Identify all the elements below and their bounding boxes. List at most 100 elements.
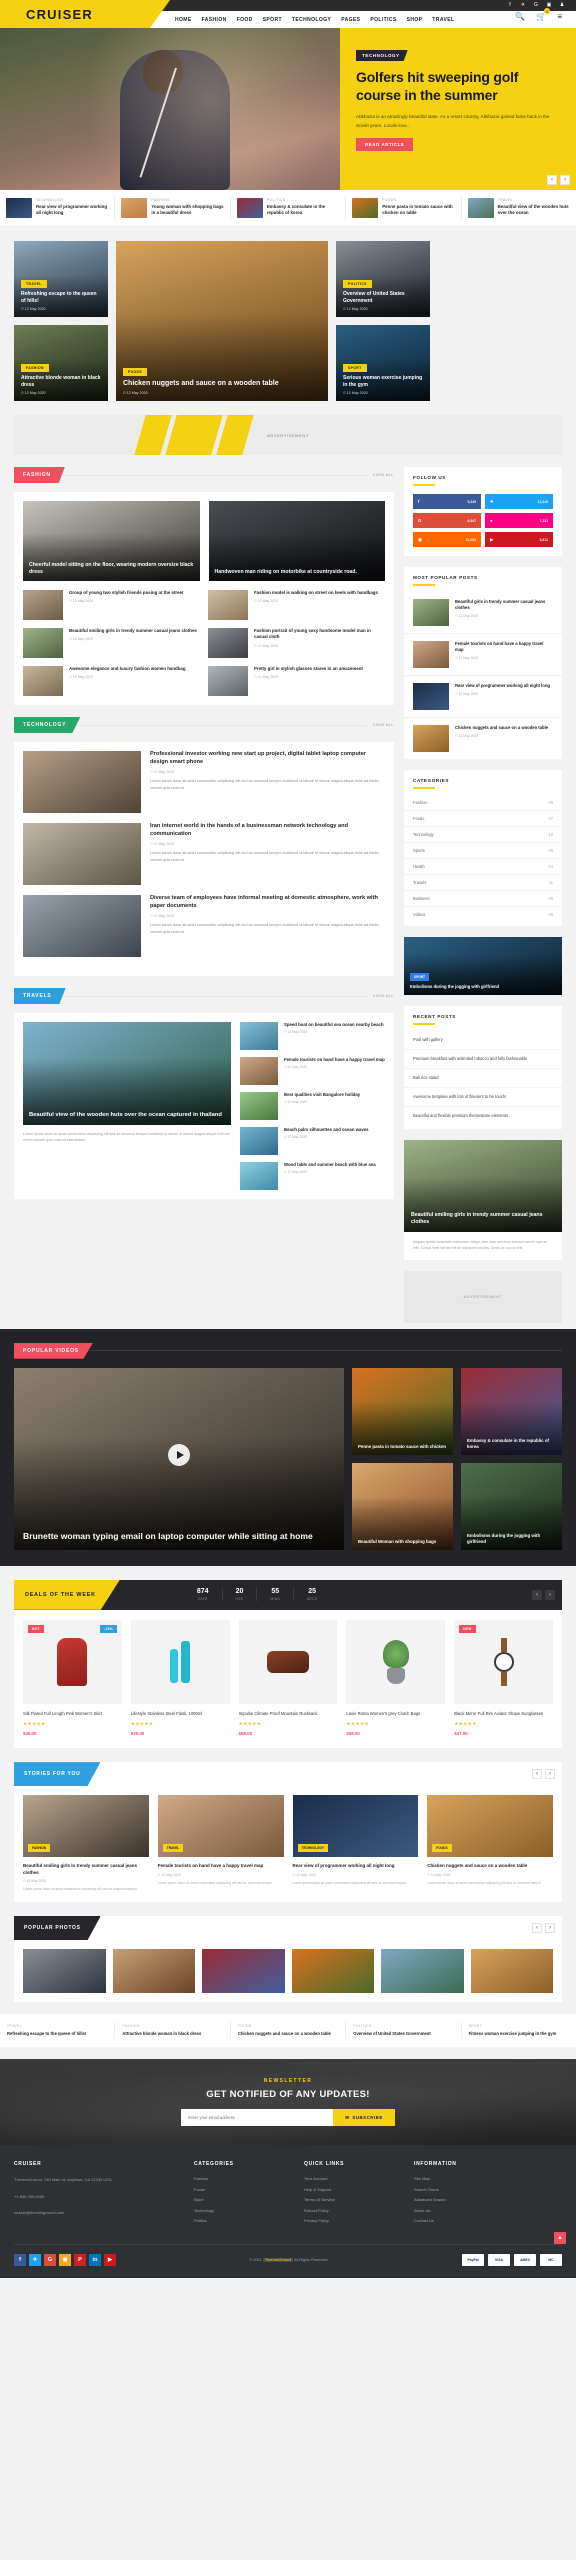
category-row[interactable]: Travels 11	[404, 875, 562, 891]
footer-link[interactable]: Your Account	[304, 2176, 414, 2181]
popular-post-item[interactable]: Chicken nuggets and sauce on a wooden ta…	[404, 718, 562, 759]
social-counter-youtube[interactable]: ▶ 3,612	[485, 532, 553, 547]
bottom-strip-item[interactable]: SPORT Fitness woman exercise jumping in …	[462, 2022, 576, 2039]
travels-list-item[interactable]: Beach palm silhouettes and ocean waves ⏱…	[240, 1127, 385, 1155]
nav-item-home[interactable]: HOME	[175, 17, 192, 23]
travels-list-item[interactable]: Female tourists on hand have a happy tra…	[240, 1057, 385, 1085]
facebook-icon[interactable]: f	[506, 1, 514, 9]
category-row[interactable]: Health 04	[404, 859, 562, 875]
twitter-icon[interactable]: ✈	[29, 2253, 41, 2266]
product-card[interactable]: Lavie Roma Women's grey Clutch Bags ★★★★…	[346, 1619, 446, 1736]
recent-post-item[interactable]: Awesome template with lots of flavours t…	[404, 1088, 562, 1107]
pinterest-icon[interactable]: P	[74, 2253, 86, 2266]
footer-link[interactable]: Contact Us	[414, 2218, 562, 2223]
travels-section-tab[interactable]: TRAVELS	[14, 988, 66, 1004]
search-icon[interactable]: 🔍	[515, 12, 525, 21]
travels-featured-card[interactable]: Beautiful view of the wooden huts over t…	[23, 1022, 231, 1190]
video-card[interactable]: Embolisms during the jogging with girlfr…	[461, 1462, 562, 1550]
footer-link[interactable]: Foods	[194, 2187, 304, 2192]
travels-list-item[interactable]: Best qualities visit Bangalore holiday ⏱…	[240, 1092, 385, 1120]
trending-item[interactable]: TRAVEL Beautiful view of the wooden huts…	[462, 196, 576, 220]
product-card[interactable]: Impulse Climate Proof Mountain Rucksack …	[238, 1619, 338, 1736]
deals-prev-arrow[interactable]: ‹	[532, 1589, 542, 1600]
popular-post-item[interactable]: Rear view of programmer working all nigh…	[404, 676, 562, 718]
photo-thumbnail[interactable]	[202, 1949, 285, 1994]
back-to-top-button[interactable]: ▲	[554, 2231, 566, 2244]
hero-next-arrow[interactable]: ›	[560, 175, 570, 185]
sidebar-advertisement[interactable]: ADVERTISEMENT	[404, 1270, 562, 1323]
trending-item[interactable]: POLITICS Embassy & consulate in the repu…	[231, 196, 347, 220]
advertisement-banner[interactable]: ADVERTISEMENT	[14, 415, 562, 455]
social-counter-flickr[interactable]: ● 7,231	[485, 513, 553, 528]
promo-card[interactable]: SPORT Embolisms during the jogging with …	[404, 937, 562, 995]
story-card[interactable]: TECHNOLOGY Rear view of programmer worki…	[292, 1795, 419, 1893]
fashion-list-item[interactable]: Fashion model is walking on street on he…	[208, 590, 384, 620]
story-card[interactable]: TRAVEL Female tourists on hand have a ha…	[157, 1795, 284, 1893]
twitter-icon[interactable]: ✈	[519, 1, 527, 9]
site-logo[interactable]: CRUISER	[26, 7, 93, 22]
category-row[interactable]: Foods 07	[404, 811, 562, 827]
trending-item[interactable]: FOODS Penne pasta in tomato sauce with c…	[346, 196, 462, 220]
product-card[interactable]: NEW Black Mirror Full Rim Aviator Shape …	[454, 1619, 553, 1736]
youtube-icon[interactable]: ▶	[104, 2253, 116, 2266]
footer-link[interactable]: Fashion	[194, 2176, 304, 2181]
footer-link[interactable]: Site Map	[414, 2176, 562, 2181]
footer-link[interactable]: Terms Of Service	[304, 2197, 414, 2202]
trending-item[interactable]: TECHNOLOGY Rear view of programmer worki…	[0, 196, 116, 220]
bottom-strip-item[interactable]: FOODS Chicken nuggets and sauce on a woo…	[231, 2022, 347, 2040]
nav-item-politics[interactable]: POLITICS	[370, 17, 396, 23]
category-row[interactable]: Sports 05	[404, 843, 562, 859]
google-plus-icon[interactable]: G	[44, 2253, 56, 2266]
footer-link[interactable]: Privacy Policy	[304, 2218, 414, 2223]
footer-link[interactable]: Help & Support	[304, 2187, 414, 2192]
nav-item-fashion[interactable]: FASHION	[202, 17, 227, 23]
fashion-list-item[interactable]: Group of young two stylish friends posin…	[23, 590, 199, 620]
recent-post-item[interactable]: Bali rice salad	[404, 1069, 562, 1088]
popular-post-item[interactable]: Beautiful girls in trendy summer casual …	[404, 592, 562, 634]
technology-article[interactable]: Iran internet world in the hands of a bu…	[23, 823, 385, 885]
cart-icon[interactable]: 🛒 0	[536, 8, 551, 21]
newsletter-subscribe-button[interactable]: ✉ SUBSCRIBE	[333, 2109, 395, 2127]
user-icon[interactable]: ♟	[558, 1, 566, 9]
google-plus-icon[interactable]: G	[532, 1, 540, 9]
category-row[interactable]: Technology 12	[404, 827, 562, 843]
sidebar-featured-widget[interactable]: Beautiful smiling girls in trendy summer…	[404, 1139, 562, 1260]
videos-section-tab[interactable]: POPULAR VIDEOS	[14, 1342, 93, 1359]
recent-post-item[interactable]: Beautiful and flexible premium themeston…	[404, 1107, 562, 1125]
hero-prev-arrow[interactable]: ‹	[547, 175, 557, 185]
facebook-icon[interactable]: f	[14, 2253, 26, 2266]
feature-card[interactable]: TRAVEL Refreshing escape to the queen of…	[14, 241, 108, 317]
social-counter-twitter[interactable]: ✈ 12,345	[485, 494, 553, 509]
nav-item-technology[interactable]: TECHNOLOGY	[292, 17, 331, 23]
technology-article[interactable]: Diverse team of employees have informal …	[23, 895, 385, 957]
photo-thumbnail[interactable]	[381, 1949, 464, 1994]
featured-video-card[interactable]: Brunette woman typing email on laptop co…	[14, 1367, 344, 1550]
category-row[interactable]: Fashion 09	[404, 795, 562, 811]
fashion-list-item[interactable]: Beautiful smiling girls in trendy summer…	[23, 628, 199, 658]
story-card[interactable]: FOODS Chicken nuggets and sauce on a woo…	[427, 1795, 553, 1893]
nav-item-shop[interactable]: SHOP	[407, 17, 423, 23]
play-button-icon[interactable]	[168, 1444, 190, 1467]
footer-link[interactable]: Refund Policy	[304, 2208, 414, 2213]
stories-prev-arrow[interactable]: ‹	[532, 1769, 542, 1780]
footer-link[interactable]: Search Terms	[414, 2187, 562, 2192]
story-card[interactable]: FASHION Beautiful smiling girls in trend…	[23, 1795, 149, 1893]
footer-email[interactable]: cruiser@themesground.com	[14, 2209, 194, 2216]
stories-next-arrow[interactable]: ›	[545, 1769, 555, 1780]
photo-thumbnail[interactable]	[23, 1949, 106, 1994]
photo-thumbnail[interactable]	[112, 1949, 195, 1994]
bottom-strip-item[interactable]: FASHION Attractive blonde woman in black…	[115, 2022, 231, 2040]
nav-item-pages[interactable]: PAGES	[341, 17, 360, 23]
technology-section-tab[interactable]: TECHNOLOGY	[14, 717, 81, 733]
technology-view-all[interactable]: VIEW ALL	[367, 723, 394, 727]
fashion-list-item[interactable]: Pretty girl in stylish glasses stares in…	[208, 666, 384, 696]
footer-link[interactable]: About Us	[414, 2208, 562, 2213]
category-row[interactable]: Business 08	[404, 891, 562, 907]
newsletter-email-input[interactable]	[181, 2109, 334, 2127]
bottom-strip-item[interactable]: POLITICS Overview of United States Gover…	[346, 2022, 462, 2040]
hamburger-menu-icon[interactable]: ≡	[557, 12, 562, 21]
category-row[interactable]: Videos 06	[404, 907, 562, 922]
feature-card[interactable]: POLITICS Overview of United States Gover…	[336, 241, 430, 317]
rss-icon[interactable]: ◉	[59, 2253, 71, 2266]
technology-article[interactable]: Professional investor working new start …	[23, 751, 385, 813]
